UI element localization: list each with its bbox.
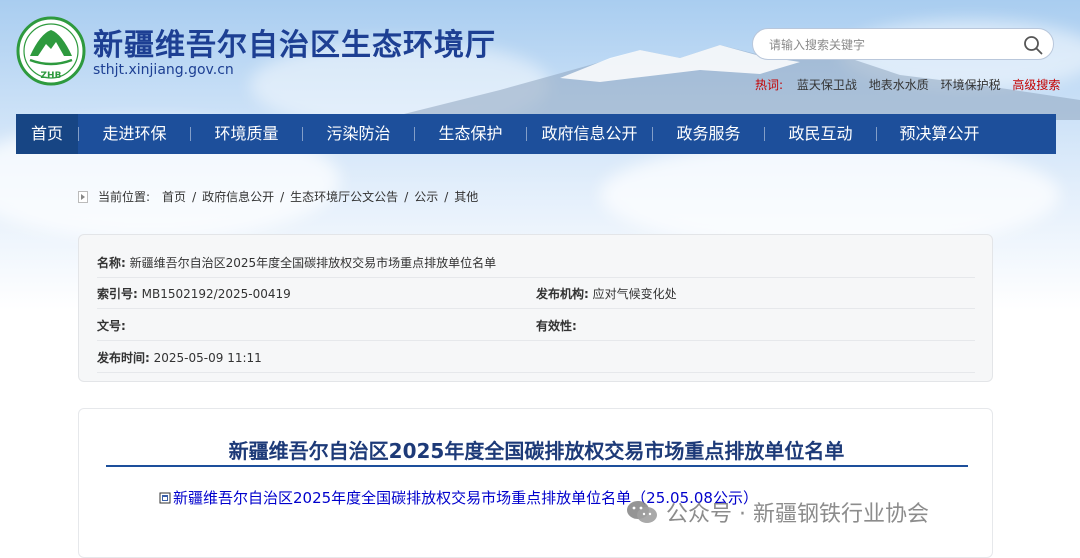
nav-item-gov-info[interactable]: 政府信息公开 xyxy=(527,114,652,154)
info-validity-row: 有效性: xyxy=(536,317,577,334)
info-validity-label: 有效性: xyxy=(536,319,577,333)
watermark-text: 公众号 · 新疆钢铁行业协会 xyxy=(666,502,929,527)
main-nav: 首页 走进环保 环境质量 污染防治 生态保护 政府信息公开 政务服务 政民互动 … xyxy=(16,114,1056,154)
nav-item-services[interactable]: 政务服务 xyxy=(653,114,764,154)
breadcrumb: 当前位置: 首页 / 政府信息公开 / 生态环境厅公文公告 / 公示 / 其他 xyxy=(78,188,484,205)
info-org-label: 发布机构: xyxy=(536,287,589,301)
nav-item-pollution[interactable]: 污染防治 xyxy=(303,114,414,154)
info-divider xyxy=(97,340,975,341)
nav-item-home[interactable]: 首页 xyxy=(16,114,78,154)
attachment-icon xyxy=(159,492,171,503)
article-title: 新疆维吾尔自治区2025年度全国碳排放权交易市场重点排放单位名单 xyxy=(228,439,845,463)
wechat-icon xyxy=(627,501,657,523)
info-doc-row: 文号: xyxy=(97,317,126,334)
info-time-value: 2025-05-09 11:11 xyxy=(153,351,262,365)
hot-words: 热词: 蓝天保卫战 地表水水质 环境保护税 高级搜索 xyxy=(755,76,1060,93)
breadcrumb-other[interactable]: 其他 xyxy=(454,188,478,205)
wechat-watermark: 公众号 · 新疆钢铁行业协会 xyxy=(626,496,929,528)
breadcrumb-gov-info[interactable]: 政府信息公开 xyxy=(202,188,274,205)
info-doc-label: 文号: xyxy=(97,319,126,333)
hot-link-water-quality[interactable]: 地表水水质 xyxy=(869,78,929,92)
info-name-row: 名称: 新疆维吾尔自治区2025年度全国碳排放权交易市场重点排放单位名单 xyxy=(97,254,496,271)
info-org-row: 发布机构: 应对气候变化处 xyxy=(536,285,677,302)
breadcrumb-separator: / xyxy=(444,189,449,204)
breadcrumb-notices[interactable]: 生态环境厅公文公告 xyxy=(290,188,398,205)
nav-item-env-quality[interactable]: 环境质量 xyxy=(191,114,302,154)
info-index-label: 索引号: xyxy=(97,287,138,301)
nav-item-interaction[interactable]: 政民互动 xyxy=(765,114,876,154)
site-domain: sthjt.xinjiang.gov.cn xyxy=(93,62,234,78)
breadcrumb-separator: / xyxy=(280,189,285,204)
logo-text: ZHB xyxy=(41,71,62,81)
site-logo[interactable]: ZHB xyxy=(16,16,86,86)
search-input[interactable] xyxy=(767,34,1016,56)
nav-item-budget[interactable]: 预决算公开 xyxy=(877,114,1002,154)
site-title[interactable]: 新疆维吾尔自治区生态环境厅 xyxy=(93,20,496,64)
breadcrumb-home[interactable]: 首页 xyxy=(162,188,186,205)
location-icon xyxy=(78,190,88,203)
article-panel: 新疆维吾尔自治区2025年度全国碳排放权交易市场重点排放单位名单 新疆维吾尔自治… xyxy=(78,408,993,558)
info-time-row: 发布时间: 2025-05-09 11:11 xyxy=(97,349,262,366)
hot-link-blue-sky[interactable]: 蓝天保卫战 xyxy=(797,78,857,92)
search-box xyxy=(752,28,1054,60)
info-org-value: 应对气候变化处 xyxy=(592,287,677,301)
nav-item-ecology[interactable]: 生态保护 xyxy=(415,114,526,154)
article-title-rule xyxy=(106,465,968,467)
info-divider xyxy=(97,308,975,309)
hot-words-label: 热词: xyxy=(755,78,784,92)
document-info-box: 名称: 新疆维吾尔自治区2025年度全国碳排放权交易市场重点排放单位名单 索引号… xyxy=(78,234,993,382)
info-time-label: 发布时间: xyxy=(97,351,150,365)
advanced-search-link[interactable]: 高级搜索 xyxy=(1012,78,1060,92)
breadcrumb-separator: / xyxy=(404,189,409,204)
hot-link-env-tax[interactable]: 环境保护税 xyxy=(941,78,1001,92)
info-name-label: 名称: xyxy=(97,256,126,270)
breadcrumb-separator: / xyxy=(192,189,197,204)
info-index-row: 索引号: MB1502192/2025-00419 xyxy=(97,285,291,302)
info-divider xyxy=(97,372,975,373)
info-index-value: MB1502192/2025-00419 xyxy=(141,287,291,301)
info-divider xyxy=(97,277,975,278)
breadcrumb-prefix: 当前位置: xyxy=(98,190,151,204)
search-icon[interactable] xyxy=(1022,34,1044,56)
breadcrumb-publicity[interactable]: 公示 xyxy=(414,188,438,205)
nav-item-about[interactable]: 走进环保 xyxy=(79,114,190,154)
info-name-value: 新疆维吾尔自治区2025年度全国碳排放权交易市场重点排放单位名单 xyxy=(129,256,497,270)
